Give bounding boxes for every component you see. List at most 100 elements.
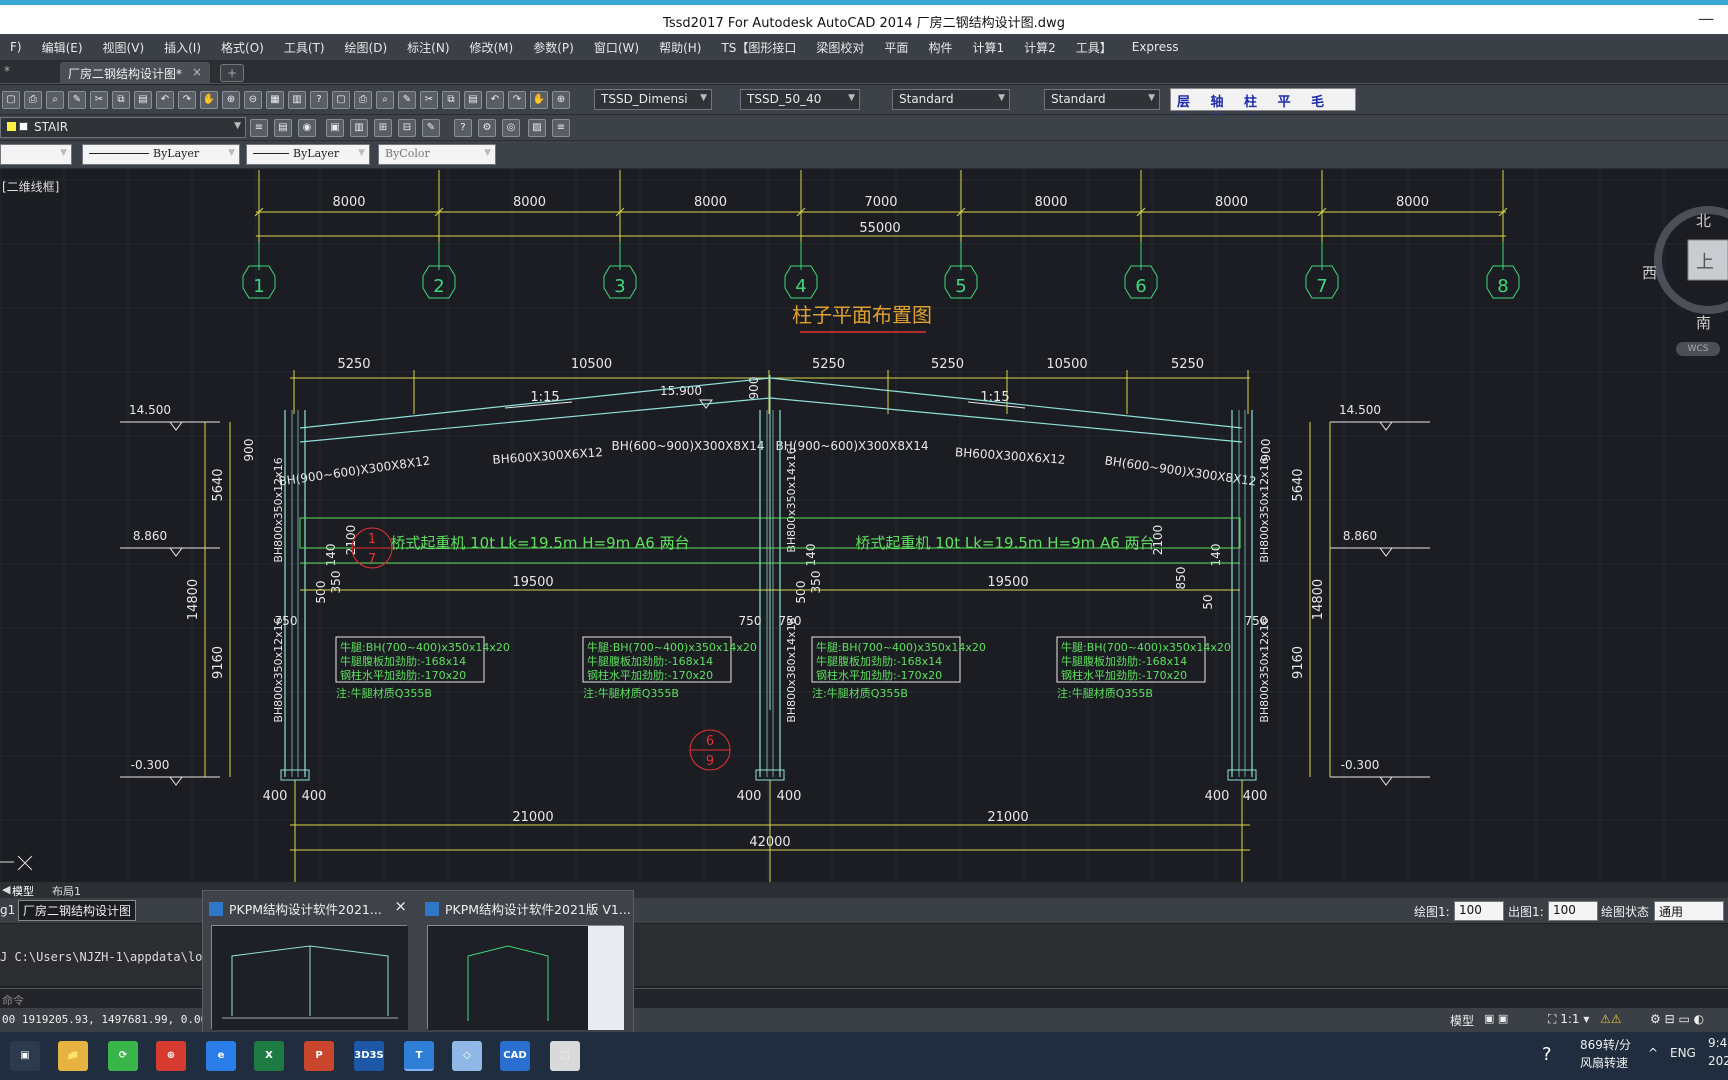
taskbar-app-icon[interactable]: ◇ [452,1041,482,1071]
table-style-select[interactable]: Standard ▼ [892,89,1010,110]
tab-layout1[interactable]: 布局1 [52,883,81,899]
toolbar-tool-icon[interactable]: ↷ [508,91,526,109]
menu-item-13[interactable]: 梁图校对 [806,39,874,56]
taskbar-app-icon[interactable]: 3D3S [354,1041,384,1071]
toolbar-tool-icon[interactable]: ? [454,119,472,137]
active-doc-tab[interactable]: 厂房二钢结构设计图 [18,900,137,921]
menu-item-9[interactable]: 参数(P) [523,39,584,56]
fan-speed-label[interactable]: 风扇转速 [1580,1054,1628,1071]
viewcube[interactable]: 北 南 西 上 [1640,190,1728,332]
plot-scale-select[interactable]: 100 [1454,901,1504,921]
close-icon[interactable]: × [394,897,407,915]
tab-model[interactable]: 模型 [12,883,34,899]
new-tab-button[interactable]: + [220,64,244,82]
toolbar-tool-icon[interactable]: ▤ [274,119,292,137]
clock-date[interactable]: 202 [1708,1054,1728,1068]
taskbar-app-icon[interactable]: ⊕ [156,1041,186,1071]
toolbar-tool-icon[interactable]: ⊞ [374,119,392,137]
text-style-select[interactable]: TSSD_50_40 ▼ [740,89,860,110]
menu-item-2[interactable]: 视图(V) [93,39,155,56]
toolbar-tool-icon[interactable]: ⧉ [442,91,460,109]
menu-item-19[interactable]: Express [1122,40,1189,54]
menu-item-14[interactable]: 平面 [874,39,918,56]
workspace-gear-icon[interactable]: ⚙ ⊟ ▭ ◐ [1650,1012,1704,1026]
toolbar-tool-icon[interactable]: ⊟ [398,119,416,137]
toolbar-tool-icon[interactable]: ◉ [298,119,316,137]
toolbar-tool-icon[interactable]: ⌕ [46,91,64,109]
toolbar-tool-icon[interactable]: ◎ [502,119,520,137]
toolbar-tool-icon[interactable]: ⌕ [376,91,394,109]
toolbar-tool-icon[interactable]: ⊖ [244,91,262,109]
compass-west[interactable]: 西 [1642,262,1657,283]
toolbar-tool-icon[interactable]: ✋ [530,91,548,109]
toolbar-tool-icon[interactable]: ↶ [486,91,504,109]
menu-item-8[interactable]: 修改(M) [460,39,524,56]
toolbar-tool-icon[interactable]: ⧉ [112,91,130,109]
menu-item-3[interactable]: 插入(I) [154,39,211,56]
color-select[interactable]: ▼ [0,144,72,165]
help-icon[interactable]: ? [1542,1044,1552,1065]
layer-select[interactable]: STAIR ▼ [0,117,246,138]
thumbnail-window-1[interactable]: PKPM结构设计软件2021... × [203,891,413,1037]
menu-item-18[interactable]: 工具】 [1066,39,1122,56]
menu-item-7[interactable]: 标注(N) [397,39,459,56]
lineweight-select[interactable]: ByLayer ▼ [246,144,370,165]
toolbar-tool-icon[interactable]: ▥ [350,119,368,137]
toolbar-tool-icon[interactable]: ✎ [422,119,440,137]
toolbar-tool-icon[interactable]: ≡ [250,119,268,137]
multileader-style-select[interactable]: Standard ▼ [1044,89,1160,110]
toolbar-tool-icon[interactable]: ▢ [332,91,350,109]
viewcube-top-face[interactable]: 上 [1696,248,1714,274]
toolbar-tool-icon[interactable]: ▣ [326,119,344,137]
previous-tab-stub[interactable]: * [4,64,10,78]
toolbar-tool-icon[interactable]: ↶ [156,91,174,109]
toolbar-tool-icon[interactable]: ✂ [90,91,108,109]
taskbar-app-icon[interactable]: X [254,1041,284,1071]
dimension-style-select[interactable]: TSSD_Dimensi ▼ [594,89,712,110]
taskbar-app-icon[interactable]: ▣ [10,1041,40,1071]
model-space-toggle[interactable]: 模型 [1450,1012,1474,1029]
toolbar-tool-icon[interactable]: ↷ [178,91,196,109]
compass-north[interactable]: 北 [1696,210,1711,231]
taskbar-app-icon[interactable]: e [206,1041,236,1071]
drawing-canvas[interactable]: [二维线框] 8000 1 8000 2 8000 3 7000 4 8000 5 8000 6 800… [0,170,1728,882]
quick-view-layouts-icon[interactable]: ▣ ▣ [1484,1012,1508,1025]
menu-item-11[interactable]: 帮助(H) [649,39,711,56]
toolbar-tool-icon[interactable]: ▦ [266,91,284,109]
menu-item-12[interactable]: TS【图形接口 [711,39,806,56]
tray-chevron-icon[interactable]: ^ [1648,1046,1658,1060]
close-tab-icon[interactable]: × [192,65,202,79]
taskbar-app-icon[interactable]: P [304,1041,334,1071]
menu-item-6[interactable]: 绘图(D) [335,39,398,56]
doc-stub[interactable]: g1 [0,903,15,917]
toolbar-tool-icon[interactable]: ⊕ [222,91,240,109]
toolbar-tool-icon[interactable]: ▤ [464,91,482,109]
taskbar-app-icon[interactable]: CAD [500,1041,530,1071]
toolbar-tool-icon[interactable]: ? [310,91,328,109]
tssd-toolbar[interactable]: 层 轴 柱 平 毛 引 断 齐 [1170,88,1356,129]
fan-speed-value[interactable]: 869转/分 [1580,1036,1631,1053]
wcs-menu[interactable]: WCS [1676,342,1720,356]
menu-item-5[interactable]: 工具(T) [274,39,335,56]
menu-item-15[interactable]: 构件 [918,39,962,56]
input-language[interactable]: ENG [1670,1046,1696,1060]
compass-south[interactable]: 南 [1696,312,1711,333]
toolbar-tool-icon[interactable]: ✎ [68,91,86,109]
menu-item-16[interactable]: 计算1 [962,39,1014,56]
linetype-select[interactable]: ByLayer ▼ [82,144,240,165]
toolbar-tool-icon[interactable]: ⎙ [354,91,372,109]
taskbar-app-icon[interactable]: ⟳ [108,1041,138,1071]
annotation-scale[interactable]: ⛶ 1:1 ▾ [1548,1012,1589,1027]
toolbar-tool-icon[interactable]: ⚙ [478,119,496,137]
toolbar-tool-icon[interactable]: ▢ [2,91,20,109]
toolbar-tool-icon[interactable]: ▨ [528,119,546,137]
taskbar-app-icon[interactable]: 📁 [58,1041,88,1071]
taskbar-app-icon[interactable]: T [404,1041,434,1071]
toolbar-tool-icon[interactable]: ✂ [420,91,438,109]
toolbar-tool-icon[interactable]: ⎙ [24,91,42,109]
taskbar-app-icon[interactable]: ⬚ [550,1041,580,1071]
toolbar-tool-icon[interactable]: ⊕ [552,91,570,109]
toolbar-tool-icon[interactable]: ✋ [200,91,218,109]
layout-nav-icon[interactable]: ◀ [2,883,10,896]
thumbnail-window-2[interactable]: PKPM结构设计软件2021版 V1... [419,891,631,1037]
